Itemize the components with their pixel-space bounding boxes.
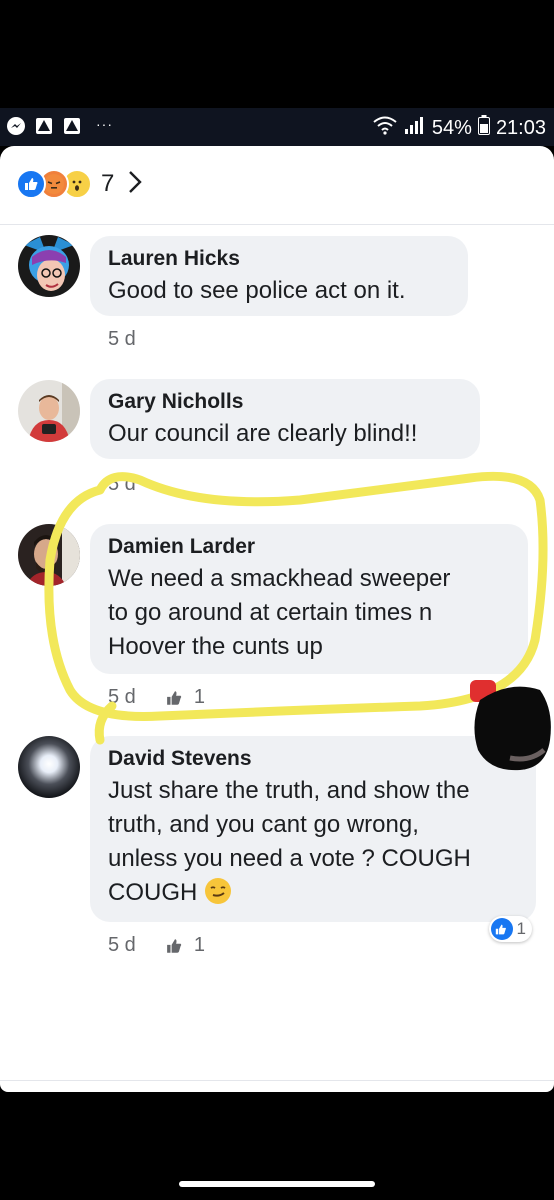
status-right: 54% 21:03: [372, 115, 546, 141]
comment-likes[interactable]: 1: [166, 934, 205, 957]
wifi-icon: [372, 115, 398, 141]
commenter-name[interactable]: Gary Nicholls: [108, 389, 462, 415]
warning-icon: [62, 116, 82, 136]
reaction-count: 7: [101, 170, 115, 197]
like-reaction-icon: [16, 169, 46, 199]
like-reaction-icon: [490, 918, 513, 940]
like-count: 1: [193, 686, 205, 708]
divider: [0, 1080, 554, 1081]
reactions-comments-sheet: 7 Lauren Hicks Good to see police act on…: [0, 146, 554, 1092]
comment-text: Good to see police act on it.: [108, 274, 450, 308]
comment-meta: 5 d 1: [108, 686, 205, 709]
battery-icon: [477, 115, 490, 141]
comment-line: truth, and you cant go wrong,: [108, 811, 419, 838]
comment-text: Just share the truth, and show the truth…: [108, 774, 518, 915]
chevron-right-icon[interactable]: [128, 170, 143, 199]
comment-line: to go around at certain times n: [108, 599, 433, 626]
notification-icons: ···: [6, 116, 113, 136]
comment-text: Our council are clearly blind!!: [108, 417, 462, 451]
comment-line: Good to see police act on it.: [108, 277, 406, 304]
comment-time: 5 d: [108, 686, 136, 708]
smirk-emoji-icon: [204, 877, 232, 915]
comment-line: Just share the truth, and show the: [108, 777, 470, 804]
comment-meta: 5 d: [108, 473, 136, 496]
comment-bubble[interactable]: Gary Nicholls Our council are clearly bl…: [90, 379, 480, 459]
signal-icon: [404, 115, 426, 141]
comment-meta: 5 d 1: [108, 934, 205, 957]
commenter-name[interactable]: Lauren Hicks: [108, 246, 450, 272]
reaction-summary[interactable]: 7: [16, 168, 143, 200]
clock: 21:03: [495, 116, 546, 139]
more-notifications: ···: [96, 116, 113, 132]
comment-bubble[interactable]: Lauren Hicks Good to see police act on i…: [90, 236, 468, 316]
comment-reaction-badge[interactable]: 1: [488, 916, 532, 942]
comment-line: unless you need a vote ? COUGH: [108, 845, 471, 872]
thumbs-up-icon: [166, 690, 181, 705]
commenter-name[interactable]: Damien Larder: [108, 534, 510, 560]
home-indicator[interactable]: [179, 1181, 375, 1187]
comment-meta: 5 d: [108, 328, 136, 351]
comment-line: Hoover the cunts up: [108, 633, 323, 660]
comment-bubble[interactable]: Damien Larder We need a smackhead sweepe…: [90, 524, 528, 674]
reaction-badge-count: 1: [516, 919, 526, 938]
comment-time: 5 d: [108, 473, 136, 495]
avatar[interactable]: [18, 380, 80, 442]
avatar[interactable]: [18, 524, 80, 586]
comment-likes[interactable]: 1: [166, 686, 205, 709]
avatar[interactable]: [18, 736, 80, 798]
divider: [0, 224, 554, 225]
status-bar: ··· 54% 21:03: [0, 108, 554, 146]
commenter-name[interactable]: David Stevens: [108, 746, 518, 772]
warning-icon: [34, 116, 54, 136]
redaction-scribble: [474, 686, 551, 771]
comment-time: 5 d: [108, 328, 136, 350]
comment-text: We need a smackhead sweeper to go around…: [108, 562, 510, 664]
messenger-icon: [6, 116, 26, 136]
avatar[interactable]: [18, 235, 80, 297]
comment-line: We need a smackhead sweeper: [108, 565, 451, 592]
thumbs-up-icon: [166, 938, 181, 953]
comment-time: 5 d: [108, 934, 136, 956]
comment-line-text: COUGH: [108, 879, 198, 906]
comment-line: COUGH: [108, 876, 518, 915]
like-count: 1: [193, 934, 205, 956]
comment-line: Our council are clearly blind!!: [108, 420, 418, 447]
battery-percent: 54%: [431, 116, 472, 139]
